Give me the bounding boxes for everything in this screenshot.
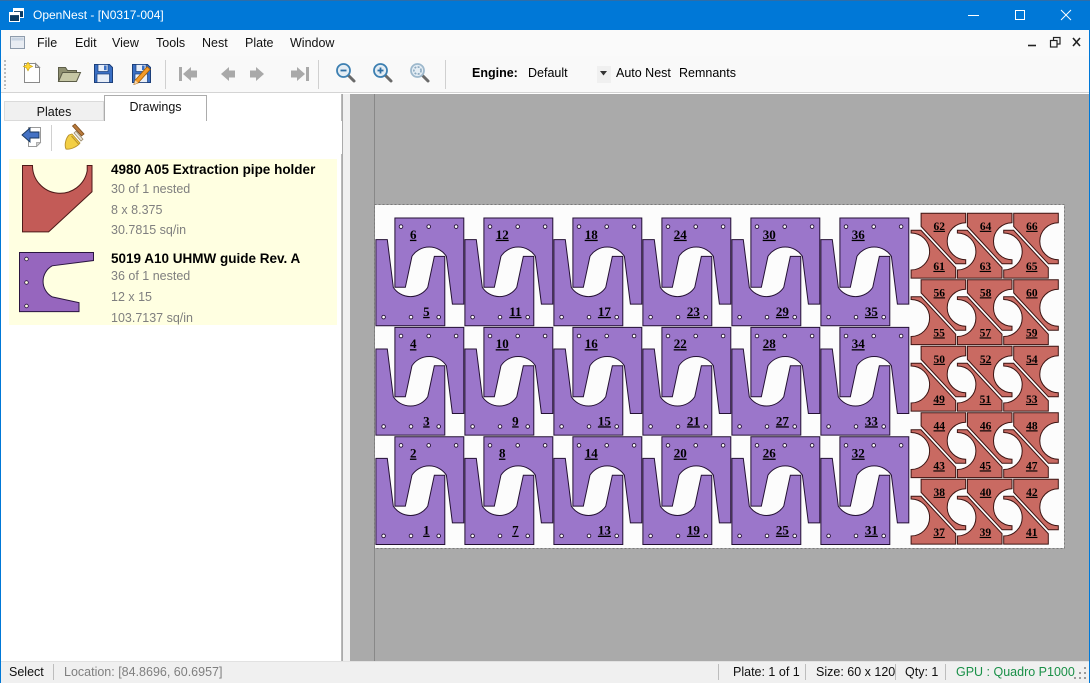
svg-text:62: 62 — [934, 221, 946, 233]
svg-text:52: 52 — [980, 354, 992, 366]
svg-text:36: 36 — [852, 227, 866, 242]
svg-text:1: 1 — [423, 523, 430, 538]
svg-text:56: 56 — [934, 287, 946, 299]
svg-text:30: 30 — [763, 227, 776, 242]
svg-text:42: 42 — [1026, 487, 1038, 499]
svg-text:66: 66 — [1026, 221, 1038, 233]
svg-text:48: 48 — [1026, 420, 1038, 432]
svg-text:5: 5 — [423, 304, 430, 319]
svg-text:51: 51 — [980, 394, 992, 406]
svg-text:10: 10 — [496, 336, 509, 351]
svg-text:26: 26 — [763, 446, 777, 461]
svg-text:33: 33 — [865, 413, 879, 428]
svg-text:46: 46 — [980, 420, 992, 432]
svg-text:8: 8 — [499, 446, 506, 461]
svg-text:19: 19 — [687, 523, 701, 538]
svg-text:37: 37 — [933, 527, 945, 539]
svg-text:24: 24 — [674, 227, 688, 242]
svg-text:59: 59 — [1026, 327, 1038, 339]
svg-text:55: 55 — [933, 327, 945, 339]
svg-text:15: 15 — [598, 413, 612, 428]
svg-text:39: 39 — [980, 527, 992, 539]
svg-text:2: 2 — [410, 446, 417, 461]
svg-text:28: 28 — [763, 336, 777, 351]
svg-text:11: 11 — [509, 304, 521, 319]
svg-text:25: 25 — [776, 523, 790, 538]
svg-text:34: 34 — [852, 336, 866, 351]
svg-text:49: 49 — [933, 394, 945, 406]
svg-text:21: 21 — [687, 413, 700, 428]
svg-text:57: 57 — [980, 327, 992, 339]
svg-text:60: 60 — [1026, 287, 1038, 299]
svg-text:7: 7 — [512, 523, 519, 538]
svg-text:64: 64 — [980, 221, 992, 233]
svg-text:4: 4 — [410, 336, 417, 351]
svg-text:45: 45 — [980, 460, 992, 472]
svg-text:35: 35 — [865, 304, 879, 319]
svg-text:13: 13 — [598, 523, 612, 538]
svg-text:50: 50 — [934, 354, 946, 366]
svg-text:29: 29 — [776, 304, 790, 319]
svg-text:3: 3 — [423, 413, 430, 428]
svg-text:18: 18 — [585, 227, 599, 242]
svg-text:16: 16 — [585, 336, 599, 351]
svg-text:20: 20 — [674, 446, 687, 461]
svg-text:22: 22 — [674, 336, 687, 351]
svg-text:61: 61 — [933, 261, 945, 273]
svg-text:63: 63 — [980, 261, 992, 273]
svg-text:53: 53 — [1026, 394, 1038, 406]
svg-text:31: 31 — [865, 523, 878, 538]
svg-text:38: 38 — [934, 487, 946, 499]
svg-text:58: 58 — [980, 287, 992, 299]
svg-text:32: 32 — [852, 446, 865, 461]
svg-text:27: 27 — [776, 413, 790, 428]
svg-text:47: 47 — [1026, 460, 1038, 472]
svg-text:12: 12 — [496, 227, 509, 242]
svg-text:40: 40 — [980, 487, 992, 499]
svg-text:54: 54 — [1026, 354, 1038, 366]
svg-text:41: 41 — [1026, 527, 1038, 539]
svg-text:6: 6 — [410, 227, 417, 242]
svg-text:14: 14 — [585, 446, 599, 461]
svg-text:44: 44 — [934, 420, 946, 432]
svg-text:43: 43 — [933, 460, 945, 472]
svg-text:17: 17 — [598, 304, 612, 319]
svg-text:23: 23 — [687, 304, 701, 319]
svg-text:65: 65 — [1026, 261, 1038, 273]
svg-text:9: 9 — [512, 413, 519, 428]
